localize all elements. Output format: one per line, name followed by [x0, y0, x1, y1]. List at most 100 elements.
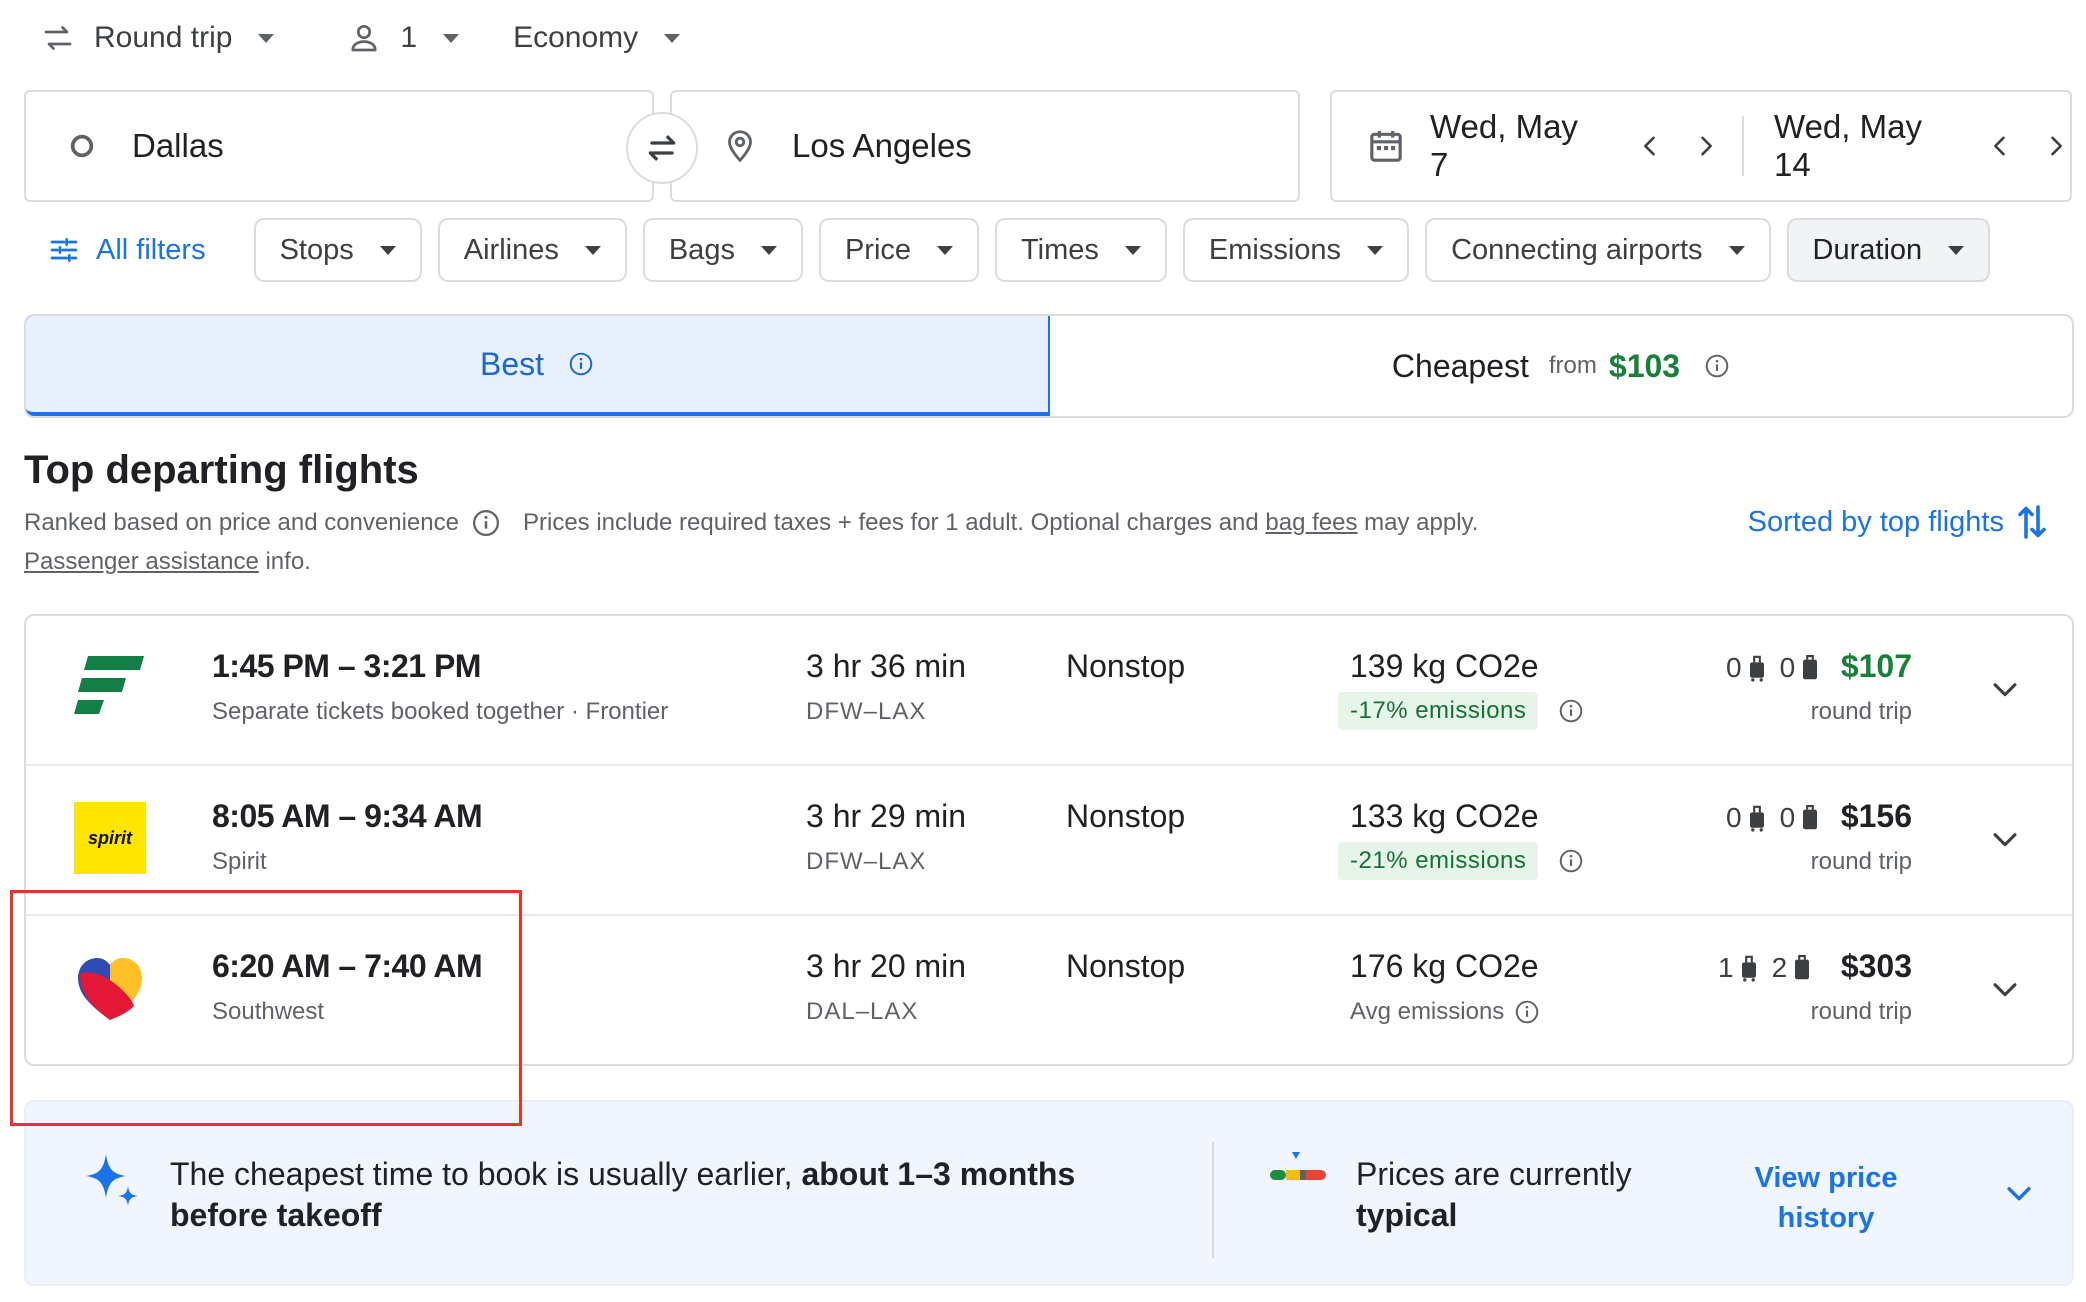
- return-date-field[interactable]: Wed, May 14: [1774, 92, 1964, 200]
- flight-row[interactable]: spirit 8:05 AM – 9:34 AM Spirit 3 hr 29 …: [26, 766, 2072, 916]
- dates-field: Wed, May 7 Wed, May 14: [1330, 90, 2072, 202]
- price-level-icon: [1266, 1150, 1330, 1190]
- price-level-plain: Prices are currently: [1356, 1156, 1632, 1192]
- checked-bag-icon: [1803, 655, 1818, 680]
- chevron-left-icon: [1644, 136, 1655, 156]
- all-filters-button[interactable]: All filters: [48, 234, 206, 267]
- filter-chip-bags[interactable]: Bags: [642, 218, 803, 282]
- depart-date-value: Wed, May 7: [1430, 108, 1578, 183]
- chevron-down-icon: [1367, 245, 1384, 255]
- flight-stops: Nonstop: [1066, 798, 1186, 834]
- tune-icon: [50, 238, 78, 262]
- carry-on-count: 1: [1718, 952, 1734, 983]
- filter-chip-emissions[interactable]: Emissions: [1182, 218, 1410, 282]
- flight-route: DAL–LAX: [806, 998, 919, 1025]
- chevron-down-icon: [1993, 683, 2017, 697]
- person-icon: [346, 20, 382, 56]
- flight-stops: Nonstop: [1066, 648, 1186, 684]
- chevron-down-icon: [1993, 833, 2017, 847]
- trip-type-select[interactable]: Round trip: [40, 10, 275, 66]
- co2-amount: 176 kg CO2e: [1350, 948, 1539, 984]
- flight-row[interactable]: 6:20 AM – 7:40 AM Southwest 3 hr 20 min …: [26, 916, 2072, 1064]
- chevron-right-icon: [1701, 136, 1713, 156]
- spirit-logo: spirit: [74, 802, 146, 874]
- flight-route: DFW–LAX: [806, 698, 927, 725]
- tab-cheapest-label: Cheapest: [1391, 347, 1529, 384]
- filter-chip-duration[interactable]: Duration: [1786, 218, 1991, 282]
- prev-return-date-button[interactable]: [1986, 132, 2014, 160]
- next-depart-date-button[interactable]: [1692, 132, 1720, 160]
- emissions-label: Avg emissions: [1350, 998, 1540, 1026]
- origin-value: Dallas: [132, 127, 224, 164]
- passenger-assistance-link[interactable]: Passenger assistance: [24, 548, 259, 575]
- filters-bar: All filters Stops Airlines Bags Price Ti…: [24, 218, 2006, 282]
- carry-on-count: 0: [1726, 652, 1742, 683]
- chevron-down-icon: [1124, 245, 1141, 255]
- filter-chip-connecting-airports[interactable]: Connecting airports: [1425, 218, 1771, 282]
- chevron-down-icon: [664, 33, 681, 43]
- flight-duration: 3 hr 20 min: [806, 948, 967, 984]
- info-icon[interactable]: [471, 508, 501, 538]
- chevron-right-icon: [2051, 136, 2062, 156]
- checked-bag-count: 2: [1771, 952, 1788, 983]
- sort-tabs: Best Cheapest from $103: [24, 314, 2074, 418]
- chevron-left-icon: [1994, 136, 2005, 156]
- carry-on-bag-icon: [1741, 955, 1756, 982]
- tab-cheapest[interactable]: Cheapest from $103: [1050, 316, 2072, 416]
- flight-price: $107: [1840, 648, 1912, 684]
- chip-label: Airlines: [463, 233, 559, 266]
- tab-best[interactable]: Best: [26, 316, 1050, 416]
- passengers-select[interactable]: 1: [346, 10, 460, 66]
- expand-insights-button[interactable]: [2002, 1176, 2036, 1210]
- calendar-icon: [1366, 126, 1406, 166]
- passengers-count: 1: [400, 21, 418, 54]
- info-icon[interactable]: [568, 351, 594, 377]
- swap-locations-button[interactable]: [626, 112, 698, 184]
- cabin-class-select[interactable]: Economy: [513, 10, 681, 66]
- filter-chip-airlines[interactable]: Airlines: [437, 218, 627, 282]
- bag-fees-link[interactable]: bag fees: [1265, 509, 1357, 537]
- flight-times: 1:45 PM – 3:21 PM: [212, 648, 481, 684]
- filter-chip-times[interactable]: Times: [995, 218, 1167, 282]
- view-price-history-link[interactable]: View price history: [1746, 1158, 1906, 1238]
- sort-label: Sorted by top flights: [1747, 505, 2004, 538]
- chevron-down-icon: [584, 245, 601, 255]
- carry-on-bag-icon: [1749, 655, 1764, 682]
- booking-tip-text: The cheapest time to book is usually ear…: [170, 1156, 793, 1192]
- price-insights-panel: The cheapest time to book is usually ear…: [24, 1100, 2074, 1286]
- chevron-down-icon: [1728, 245, 1745, 255]
- expand-details-button[interactable]: [1988, 672, 2022, 706]
- flight-row[interactable]: 1:45 PM – 3:21 PM Separate tickets booke…: [26, 616, 2072, 766]
- origin-field[interactable]: Dallas: [24, 90, 654, 202]
- destination-field[interactable]: Los Angeles: [670, 90, 1300, 202]
- return-date-value: Wed, May 14: [1774, 108, 1922, 183]
- southwest-logo: [74, 952, 146, 1024]
- depart-date-field[interactable]: Wed, May 7: [1332, 92, 1600, 200]
- flight-duration: 3 hr 29 min: [806, 798, 967, 834]
- flight-times: 8:05 AM – 9:34 AM: [212, 798, 483, 834]
- info-icon[interactable]: [1704, 353, 1730, 379]
- trip-type-label: Round trip: [94, 21, 233, 54]
- price-type: round trip: [1810, 998, 1912, 1025]
- next-return-date-button[interactable]: [2042, 132, 2070, 160]
- divider: [1212, 1142, 1214, 1258]
- expand-details-button[interactable]: [1988, 972, 2022, 1006]
- filter-chip-price[interactable]: Price: [818, 218, 980, 282]
- expand-details-button[interactable]: [1988, 822, 2022, 856]
- sort-button[interactable]: Sorted by top flights: [1748, 500, 2050, 544]
- info-icon[interactable]: [1558, 848, 1584, 874]
- cabin-class-label: Economy: [513, 21, 639, 54]
- price-type: round trip: [1810, 698, 1912, 725]
- filter-chip-stops[interactable]: Stops: [253, 218, 422, 282]
- sparkle-icon: [80, 1150, 144, 1214]
- prev-depart-date-button[interactable]: [1636, 132, 1664, 160]
- chevron-down-icon: [379, 245, 396, 255]
- carry-on-count: 0: [1726, 802, 1742, 833]
- chip-label: Connecting airports: [1451, 233, 1703, 266]
- co2-amount: 133 kg CO2e: [1350, 798, 1539, 834]
- flight-duration: 3 hr 36 min: [806, 648, 967, 684]
- chevron-down-icon: [443, 33, 460, 43]
- info-icon[interactable]: [1558, 698, 1584, 724]
- info-icon[interactable]: [1514, 999, 1540, 1025]
- flight-price: $156: [1840, 798, 1912, 834]
